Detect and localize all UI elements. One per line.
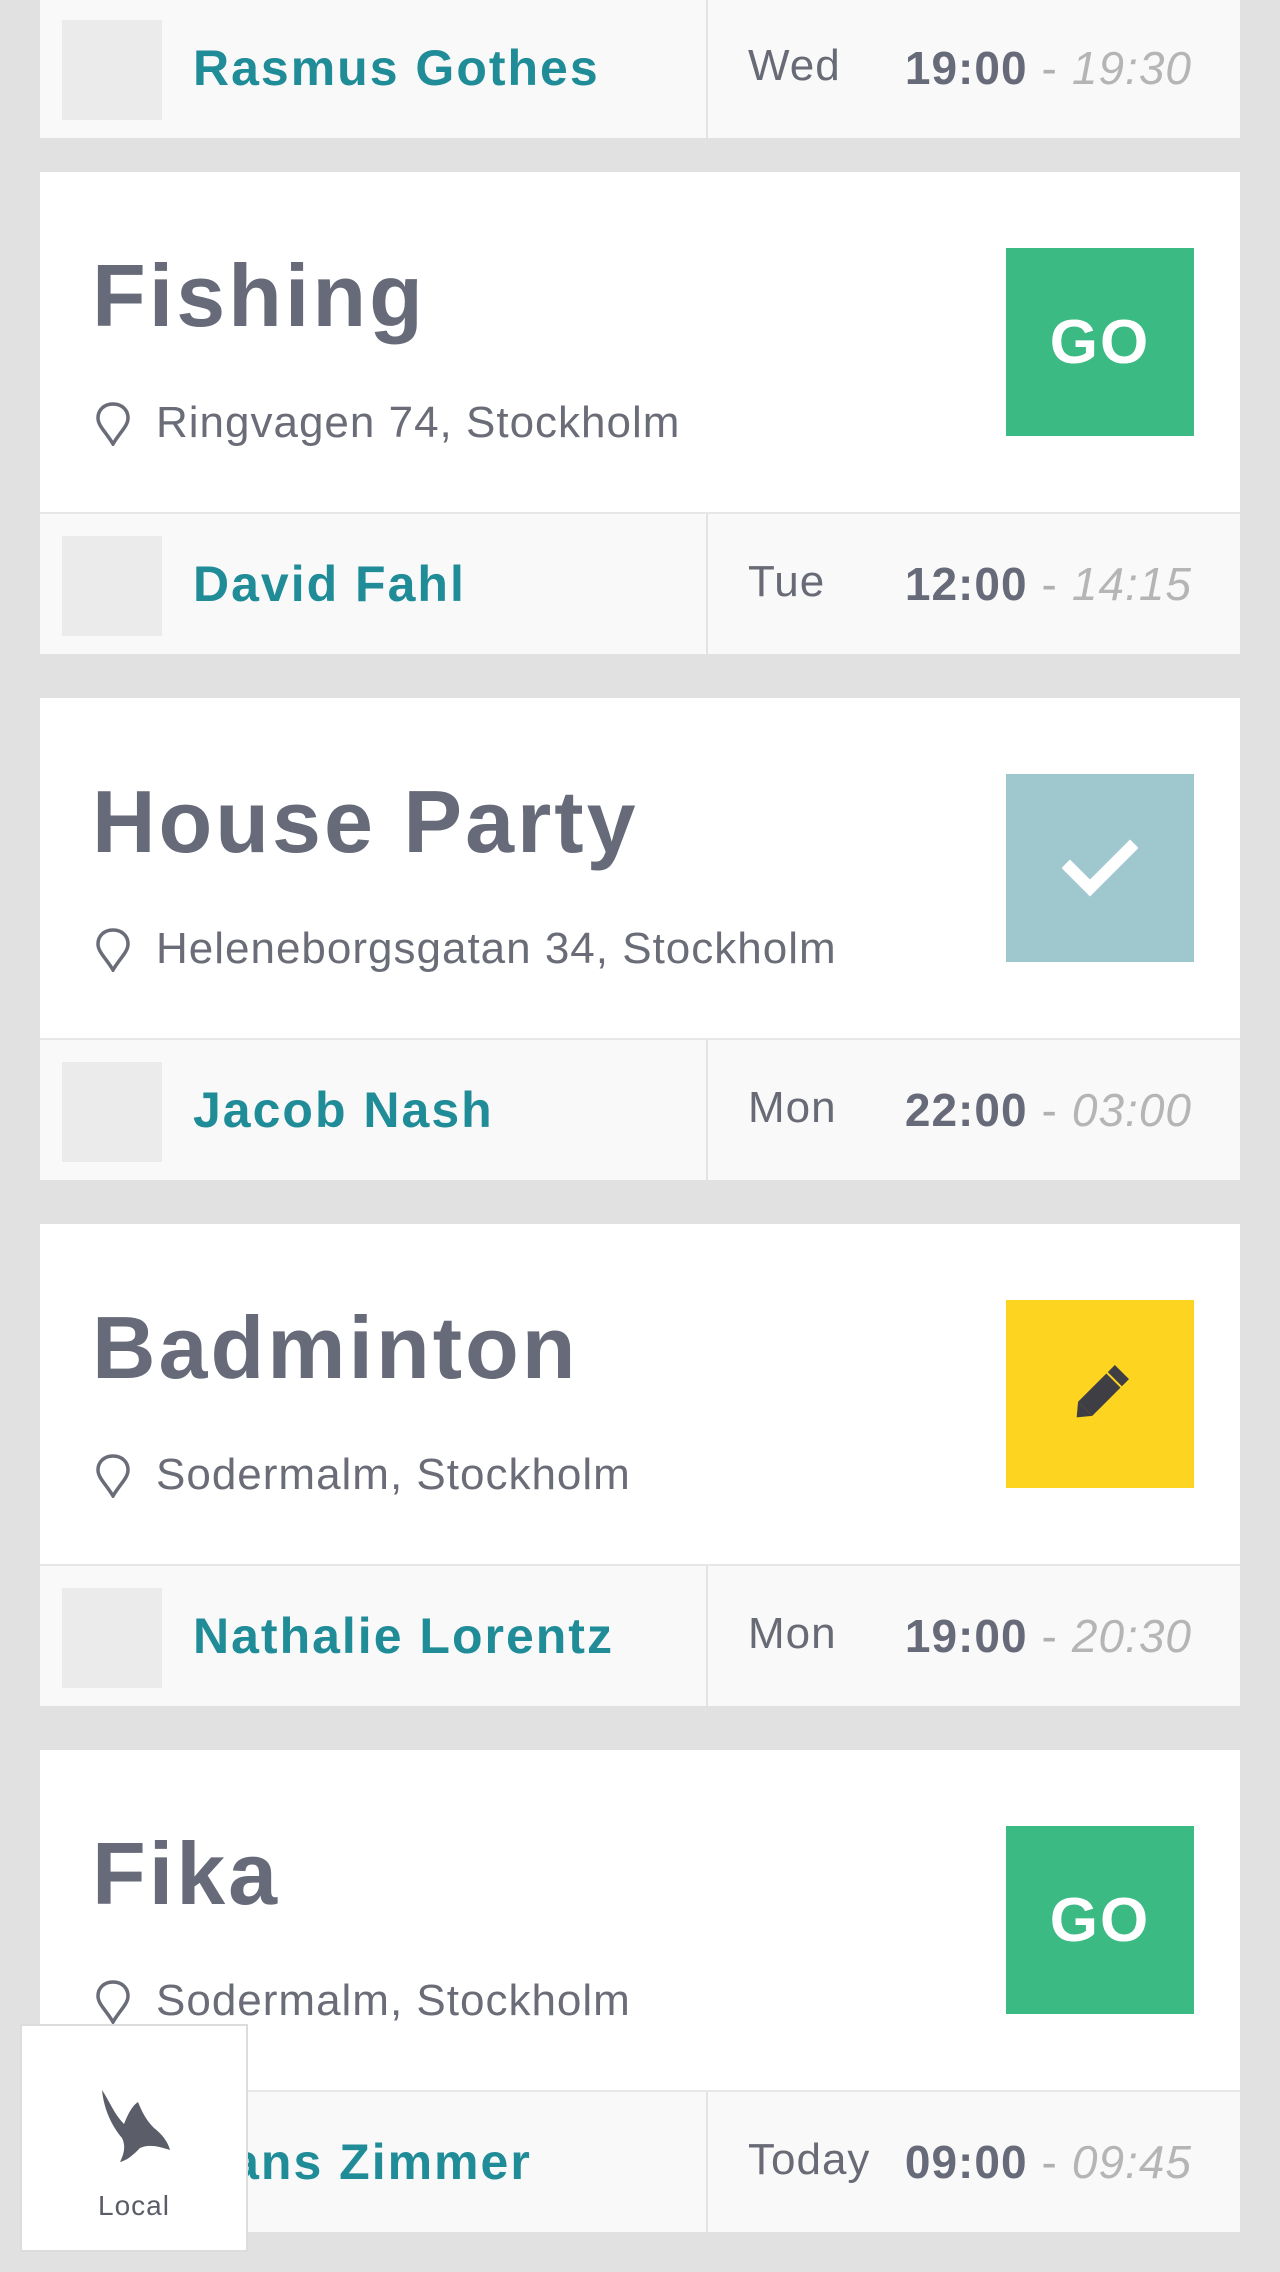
local-nav-button[interactable]: Local <box>20 2024 248 2252</box>
go-label: GO <box>1049 1885 1151 1955</box>
event-day: Mon <box>748 1083 837 1132</box>
event-title: Fika <box>92 1824 281 1923</box>
event-card[interactable]: House Party Heleneborgsgatan 34, Stockho… <box>40 698 1240 1180</box>
bird-icon <box>102 2090 170 2162</box>
start-time: 22:00 <box>904 1084 1028 1136</box>
row-divider <box>706 514 708 654</box>
go-button[interactable]: GO <box>1006 248 1194 436</box>
event-time: 19:00 - 19:30 <box>905 0 1192 138</box>
row-divider <box>706 1566 708 1706</box>
time-separator: - <box>1041 42 1058 94</box>
end-time: 20:30 <box>1071 1610 1192 1662</box>
event-card[interactable]: Fishing Ringvagen 74, Stockholm GO David… <box>40 172 1240 654</box>
row-divider <box>706 1040 708 1180</box>
end-time: 14:15 <box>1071 558 1192 610</box>
host-avatar[interactable] <box>62 20 162 120</box>
event-day: Mon <box>748 1609 837 1658</box>
event-day: Tue <box>748 557 826 606</box>
end-time: 09:45 <box>1071 2136 1192 2188</box>
location-pin-icon <box>96 1454 130 1498</box>
host-name[interactable]: Jacob Nash <box>193 1040 494 1180</box>
event-location: Heleneborgsgatan 34, Stockholm <box>92 924 837 973</box>
event-location: Sodermalm, Stockholm <box>92 1976 631 2025</box>
location-text: Sodermalm, Stockholm <box>156 1450 631 1499</box>
event-day: Wed <box>748 41 841 90</box>
host-name[interactable]: David Fahl <box>193 514 466 654</box>
local-label: Local <box>98 2190 170 2221</box>
event-header: House Party Heleneborgsgatan 34, Stockho… <box>40 698 1240 1038</box>
host-avatar[interactable] <box>62 1062 162 1162</box>
event-card[interactable]: Badminton Sodermalm, Stockholm Nathalie … <box>40 1224 1240 1706</box>
host-name[interactable]: Nathalie Lorentz <box>193 1566 614 1706</box>
time-separator: - <box>1041 2136 1058 2188</box>
location-pin-icon <box>96 402 130 446</box>
location-text: Ringvagen 74, Stockholm <box>156 398 681 447</box>
location-text: Heleneborgsgatan 34, Stockholm <box>156 924 837 973</box>
event-host-row: Nathalie Lorentz Mon 19:00 - 20:30 <box>40 1564 1240 1706</box>
host-avatar[interactable] <box>62 536 162 636</box>
start-time: 09:00 <box>904 2136 1028 2188</box>
location-text: Sodermalm, Stockholm <box>156 1976 631 2025</box>
event-title: House Party <box>92 772 639 871</box>
start-time: 12:00 <box>904 558 1028 610</box>
event-title: Fishing <box>92 246 426 345</box>
event-time: 12:00 - 14:15 <box>905 514 1192 654</box>
edit-button[interactable] <box>1006 1300 1194 1488</box>
time-separator: - <box>1041 1610 1058 1662</box>
event-host-row: Rasmus Gothes Wed 19:00 - 19:30 <box>40 0 1240 138</box>
start-time: 19:00 <box>904 1610 1028 1662</box>
host-avatar[interactable] <box>62 1588 162 1688</box>
event-host-row: Jacob Nash Mon 22:00 - 03:00 <box>40 1038 1240 1180</box>
end-time: 19:30 <box>1071 42 1192 94</box>
host-name[interactable]: Rasmus Gothes <box>193 0 600 138</box>
end-time: 03:00 <box>1071 1084 1192 1136</box>
go-button[interactable]: GO <box>1006 1826 1194 2014</box>
event-day: Today <box>748 2135 871 2184</box>
location-pin-icon <box>96 928 130 972</box>
event-location: Ringvagen 74, Stockholm <box>92 398 681 447</box>
location-pin-icon <box>96 1980 130 2024</box>
pencil-icon <box>1076 1365 1129 1418</box>
checkmark-icon <box>1062 839 1138 897</box>
time-separator: - <box>1041 1084 1058 1136</box>
event-time: 22:00 - 03:00 <box>905 1040 1192 1180</box>
event-host-row: David Fahl Tue 12:00 - 14:15 <box>40 512 1240 654</box>
event-time: 19:00 - 20:30 <box>905 1566 1192 1706</box>
done-button[interactable] <box>1006 774 1194 962</box>
event-time: 09:00 - 09:45 <box>905 2092 1192 2232</box>
time-separator: - <box>1041 558 1058 610</box>
event-header: Badminton Sodermalm, Stockholm <box>40 1224 1240 1564</box>
row-divider <box>706 2092 708 2232</box>
go-label: GO <box>1049 307 1151 377</box>
start-time: 19:00 <box>904 42 1028 94</box>
event-location: Sodermalm, Stockholm <box>92 1450 631 1499</box>
event-title: Badminton <box>92 1298 579 1397</box>
row-divider <box>706 0 708 138</box>
event-header: Fishing Ringvagen 74, Stockholm GO <box>40 172 1240 512</box>
event-card[interactable]: Rasmus Gothes Wed 19:00 - 19:30 <box>40 0 1240 138</box>
